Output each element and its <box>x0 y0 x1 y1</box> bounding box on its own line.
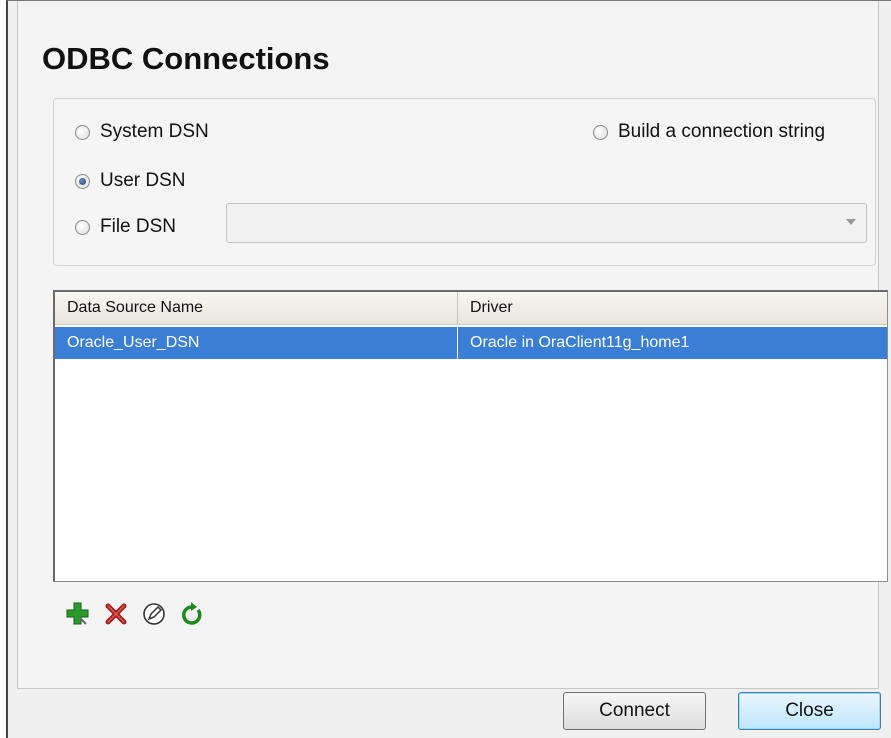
radio-label: Build a connection string <box>618 121 826 142</box>
refresh-icon[interactable] <box>178 600 206 628</box>
radio-system-dsn[interactable]: System DSN <box>75 121 209 143</box>
radio-file-dsn[interactable]: File DSN <box>75 216 176 238</box>
chevron-down-icon[interactable] <box>846 219 856 225</box>
content-panel: ODBC Connections System DSN Build a conn… <box>17 1 888 689</box>
radio-label: File DSN <box>100 216 177 237</box>
radio-circle[interactable] <box>75 219 90 235</box>
cell-data-source-name[interactable]: Oracle_User_DSN <box>55 327 458 359</box>
dialog-title: ODBC Connections <box>42 41 330 76</box>
dsn-type-group: System DSN Build a connection string Use… <box>53 98 876 266</box>
table-header: Data Source Name Driver <box>55 292 887 325</box>
odbc-dialog: ODBC Connections System DSN Build a conn… <box>6 0 891 738</box>
file-dsn-dropdown[interactable] <box>226 203 867 243</box>
radio-circle-checked[interactable] <box>75 173 90 189</box>
add-icon[interactable] <box>64 600 92 628</box>
radio-build-connection-string[interactable]: Build a connection string <box>593 121 825 143</box>
radio-label: User DSN <box>100 170 186 191</box>
connect-button[interactable]: Connect <box>563 692 706 730</box>
radio-circle[interactable] <box>593 124 608 140</box>
edit-icon[interactable] <box>140 600 168 628</box>
dsn-table[interactable]: Data Source Name Driver Oracle_User_DSN … <box>53 290 888 582</box>
delete-icon[interactable] <box>102 600 130 628</box>
column-header-driver[interactable]: Driver <box>458 292 886 324</box>
dsn-toolbar <box>64 598 216 630</box>
close-button[interactable]: Close <box>738 692 881 730</box>
column-header-data-source-name[interactable]: Data Source Name <box>55 292 458 324</box>
cell-driver[interactable]: Oracle in OraClient11g_home1 <box>458 327 886 359</box>
radio-label: System DSN <box>100 121 209 142</box>
radio-circle[interactable] <box>75 124 90 140</box>
radio-user-dsn[interactable]: User DSN <box>75 170 186 192</box>
table-row[interactable]: Oracle_User_DSN Oracle in OraClient11g_h… <box>55 327 887 359</box>
